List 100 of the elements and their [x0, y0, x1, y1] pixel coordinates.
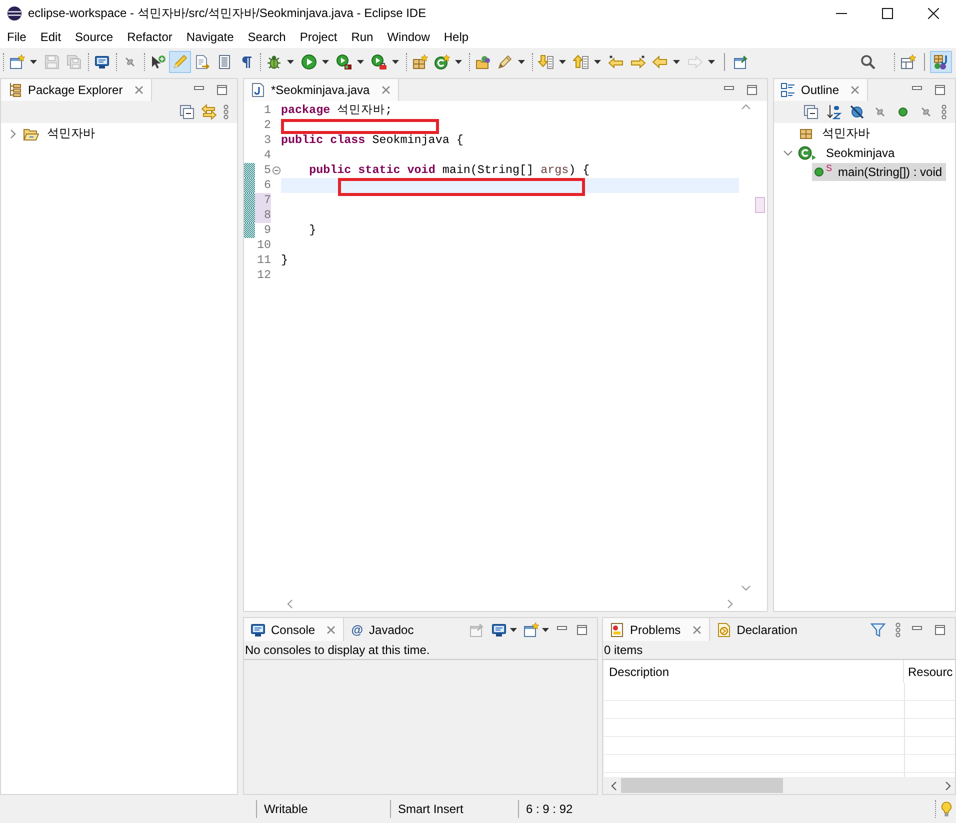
- view-tab[interactable]: Console: [244, 618, 344, 641]
- caret-icon[interactable]: [594, 60, 601, 64]
- table-star-icon: [900, 54, 916, 70]
- scrollbar-thumb[interactable]: [621, 778, 783, 793]
- tree-item[interactable]: 석민자바: [21, 124, 99, 142]
- window-pin-icon: [733, 54, 749, 70]
- warning-list-icon: [609, 622, 625, 638]
- left-arrow-icon: [652, 54, 668, 70]
- menu-item[interactable]: Search: [240, 27, 293, 47]
- close-icon: [928, 8, 938, 18]
- grid-box-star-icon: [412, 54, 428, 70]
- caret-icon[interactable]: [673, 60, 680, 64]
- menu-item[interactable]: File: [0, 27, 34, 47]
- chevron-down-icon[interactable]: [783, 148, 793, 156]
- code-line: }: [309, 223, 316, 237]
- view-menu-icon[interactable]: [941, 104, 947, 120]
- close-icon[interactable]: [380, 85, 391, 95]
- line-number: 1: [262, 103, 271, 118]
- caret-icon[interactable]: [455, 60, 462, 64]
- editor-tab[interactable]: *Seokminjava.java: [244, 79, 399, 101]
- modifier-label: S: [826, 162, 832, 172]
- close-icon[interactable]: [850, 85, 860, 95]
- code-line: public class Seokminjava {: [281, 133, 464, 147]
- pen-icon: [497, 54, 513, 70]
- striped-circle-icon: [7, 6, 22, 20]
- funnel-icon[interactable]: [870, 622, 886, 638]
- caret-icon[interactable]: [392, 60, 399, 64]
- play-toolbox-icon: [371, 54, 387, 70]
- chevron-left-icon[interactable]: [611, 780, 617, 790]
- maximize-icon[interactable]: [215, 83, 229, 97]
- maximize-icon[interactable]: [933, 622, 947, 636]
- chevron-down-icon[interactable]: [741, 585, 751, 591]
- square-icon: [882, 8, 892, 18]
- caret-icon[interactable]: [322, 60, 329, 64]
- view-menu-icon[interactable]: [895, 622, 901, 638]
- close-icon[interactable]: [326, 624, 336, 634]
- monitor-icon[interactable]: [491, 622, 507, 638]
- line-number: 4: [262, 148, 271, 163]
- list-squares-icon: [780, 82, 796, 98]
- menu-item[interactable]: Window: [380, 27, 437, 47]
- caret-icon[interactable]: [559, 60, 566, 64]
- play-chart-icon: [336, 54, 352, 70]
- view-menu-icon[interactable]: [223, 104, 229, 120]
- menu-item[interactable]: Help: [436, 27, 476, 47]
- status-field: Smart Insert: [390, 800, 518, 818]
- view-tab[interactable]: Declaration: [710, 618, 806, 641]
- menu-item[interactable]: Source: [68, 27, 120, 47]
- chevron-left-icon[interactable]: [287, 599, 293, 609]
- cursor-badge-icon: [150, 54, 166, 70]
- tree-item[interactable]: Seokminjava: [796, 144, 899, 162]
- monitor-icon: [94, 54, 110, 70]
- caret-icon[interactable]: [518, 60, 525, 64]
- new-window-icon: [9, 54, 25, 70]
- menu-item[interactable]: Run: [344, 27, 380, 47]
- caret-icon[interactable]: [510, 628, 517, 632]
- caret-icon[interactable]: [357, 60, 364, 64]
- sort-arrow-icon[interactable]: [826, 104, 842, 120]
- line-number: 9: [262, 223, 271, 238]
- menu-item[interactable]: Navigate: [179, 27, 241, 47]
- collapse-circle-icon[interactable]: [272, 166, 280, 175]
- overview-marker[interactable]: [755, 197, 765, 213]
- new-window-icon[interactable]: [523, 622, 539, 638]
- column-header[interactable]: Resourc: [904, 660, 955, 683]
- maximize-icon[interactable]: [745, 83, 759, 97]
- chevron-right-icon[interactable]: [727, 599, 733, 609]
- grid-orbs-icon: [933, 54, 949, 70]
- at-sign-icon: @: [350, 622, 364, 636]
- stacked-floppies-icon: [66, 54, 82, 70]
- view-tab[interactable]: Problems: [603, 618, 710, 641]
- view-tab[interactable]: Package Explorer: [1, 79, 152, 101]
- menu-item[interactable]: Refactor: [120, 27, 180, 47]
- view-tab[interactable]: @ Javadoc: [344, 618, 422, 641]
- link-arrows-icon[interactable]: [201, 104, 217, 120]
- toolbar-button[interactable]: [930, 50, 952, 72]
- menu-item[interactable]: Edit: [33, 27, 68, 47]
- tree-item[interactable]: 석민자바: [796, 124, 874, 142]
- down-arrow-list-icon: [538, 54, 554, 70]
- caret-icon[interactable]: [30, 60, 37, 64]
- document-hook-icon: [250, 82, 266, 98]
- document-arrow-icon: [194, 54, 210, 70]
- line-number: 7: [255, 193, 271, 208]
- caret-icon[interactable]: [287, 60, 294, 64]
- chevron-right-icon[interactable]: [945, 780, 951, 790]
- maximize-icon[interactable]: [575, 622, 589, 636]
- right-arrow-icon: [687, 54, 703, 70]
- tree-item[interactable]: $^{S}$ main(String[]) : void: [812, 162, 946, 180]
- monitor-icon: [250, 622, 266, 638]
- window-title: eclipse-workspace - 석민자바/src/석민자바/Seokminjava.java - Eclipse IDE: [28, 4, 426, 22]
- lightbulb-icon[interactable]: [941, 800, 952, 818]
- view-tab[interactable]: Outline: [774, 79, 868, 101]
- caret-icon[interactable]: [542, 628, 549, 632]
- maximize-icon[interactable]: [933, 83, 947, 97]
- chevron-right-icon[interactable]: [9, 128, 17, 138]
- slashed-orb-icon[interactable]: [849, 104, 865, 120]
- chevron-up-icon[interactable]: [741, 104, 751, 110]
- close-icon[interactable]: [692, 624, 702, 634]
- collapse-all-icon[interactable]: [179, 104, 195, 120]
- close-icon[interactable]: [134, 85, 144, 95]
- collapse-all-icon[interactable]: [803, 104, 819, 120]
- menu-item[interactable]: Project: [292, 27, 344, 47]
